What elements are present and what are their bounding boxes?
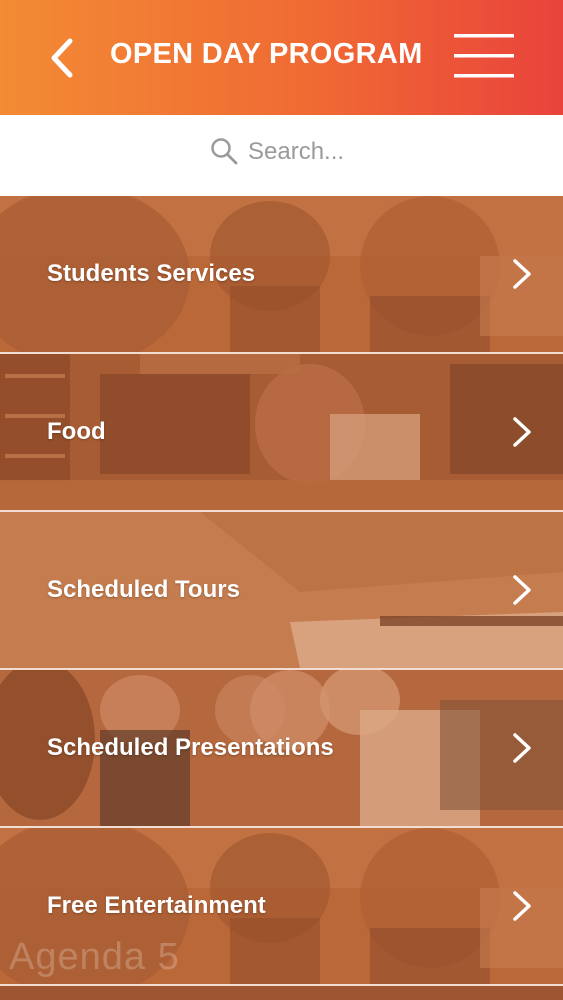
menu-item-label: Food <box>47 418 106 445</box>
app-screen: OPEN DAY PROGRAM Students Services <box>0 0 563 1000</box>
menu-item-label: Free Entertainment <box>47 892 266 919</box>
menu-item-food[interactable]: Food <box>0 354 563 510</box>
menu-item-next-partial <box>0 986 563 1000</box>
chevron-right-icon <box>513 259 531 289</box>
chevron-right-icon <box>513 417 531 447</box>
menu-item-scheduled-tours[interactable]: Scheduled Tours <box>0 512 563 668</box>
page-title: OPEN DAY PROGRAM <box>110 38 423 70</box>
chevron-right-icon <box>513 733 531 763</box>
partial-background-image <box>0 986 563 1000</box>
search-icon <box>211 138 238 165</box>
menu-item-label: Scheduled Presentations <box>47 734 334 761</box>
hamburger-menu-icon[interactable] <box>452 30 518 84</box>
back-chevron-icon[interactable] <box>40 33 86 83</box>
app-header: OPEN DAY PROGRAM <box>0 0 563 115</box>
menu-item-label: Students Services <box>47 260 256 287</box>
search-input[interactable] <box>248 132 448 172</box>
agenda-watermark: Agenda 5 <box>9 936 180 978</box>
menu-item-students-services[interactable]: Students Services <box>0 196 563 352</box>
chevron-right-icon <box>513 891 531 921</box>
chevron-right-icon <box>513 575 531 605</box>
menu-item-scheduled-presentations[interactable]: Scheduled Presentations <box>0 670 563 826</box>
menu-item-label: Scheduled Tours <box>47 576 240 603</box>
